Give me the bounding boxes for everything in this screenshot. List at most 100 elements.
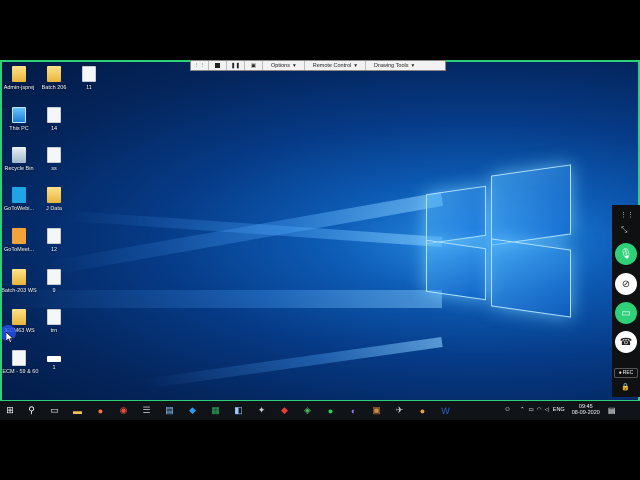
anydesk-taskbar-button[interactable]: ◆ (273, 401, 296, 421)
rec-label: REC (622, 370, 634, 376)
firefox-icon: ● (97, 405, 104, 416)
desktop-icon[interactable]: Batch 206 (37, 66, 71, 92)
camera-off-icon[interactable]: ⊘ (615, 273, 637, 295)
volume-icon[interactable]: ◁ (545, 407, 549, 413)
screen-icon[interactable]: ▣ (245, 61, 263, 70)
rec-indicator[interactable]: ● REC (614, 368, 638, 378)
desktop-icon[interactable]: ss (37, 147, 71, 173)
screen-share-icon[interactable]: ▭ (615, 302, 637, 324)
task-view-taskbar-button[interactable]: ▭ (43, 401, 66, 421)
collapse-icon[interactable]: ⤡ (621, 225, 627, 235)
task-view-icon: ▭ (50, 405, 59, 415)
desktop-icon[interactable]: 11 (72, 66, 106, 92)
windows-taskbar-button[interactable]: ◧ (227, 401, 250, 421)
desktop-icon[interactable]: 1 (37, 350, 71, 372)
battery-icon[interactable]: ▭ (529, 407, 534, 413)
options-menu-label: Options (271, 62, 290, 69)
desktop-icon[interactable]: GoToWebi... (2, 187, 36, 213)
mouse-cursor-icon (6, 332, 14, 343)
remote-control-toolbar: ⋮⋮ ❚❚ ▣ Options ▾ Remote Control ▾ Drawing… (190, 60, 446, 71)
app2-taskbar-button[interactable]: ◐ (342, 401, 365, 421)
desktop-icon[interactable]: GoToMeet... (2, 228, 36, 254)
goto-icon (12, 228, 26, 244)
desktop-icon-label: trn (50, 328, 58, 334)
folder-icon (12, 269, 26, 285)
remote-control-menu-label: Remote Control (312, 62, 352, 69)
bar-icon (47, 356, 61, 362)
caret-down-icon: ▾ (354, 62, 358, 69)
app5-taskbar-button[interactable]: ● (411, 401, 434, 421)
bin-icon (12, 147, 26, 163)
search-taskbar-button[interactable]: ⚲ (20, 401, 43, 421)
file-explorer-taskbar-button[interactable]: ▬ (66, 401, 89, 421)
desktop-icon-label: J Data (46, 206, 62, 212)
app3-icon: ▣ (372, 405, 381, 415)
tool-taskbar-button[interactable]: ✦ (250, 401, 273, 421)
start-icon: ⊞ (6, 405, 14, 415)
chevron-up-icon[interactable]: ⌃ (520, 407, 525, 413)
desktop-icon[interactable]: JECM - 59 & 60 (2, 350, 38, 376)
system-tray: ⚇ ⌃ ▭ ◠ ◁ ENG 09:45 08-09-2020 ▤ (505, 400, 615, 420)
wifi-icon[interactable]: ◠ (537, 407, 542, 413)
remote-desktop-screen: Admin-jsprej Batch 206 11 This PC 14 Recycle … (0, 60, 640, 420)
desktop-icon-label: Batch 206 (41, 85, 67, 91)
start-taskbar-button[interactable]: ⊞ (0, 401, 20, 421)
spotify-taskbar-button[interactable]: ● (319, 401, 342, 421)
folder-icon (12, 309, 26, 325)
desktop-icon[interactable]: Recycle Bin (2, 147, 36, 173)
windows-logo-pane (491, 238, 571, 318)
mic-icon[interactable]: 🎙 (615, 243, 637, 265)
windows-logo-pane (426, 185, 486, 245)
windows-logo-pane (426, 239, 486, 301)
language-indicator[interactable]: ENG (553, 407, 565, 413)
doc-icon (47, 147, 61, 163)
drag-handle-icon[interactable]: ⋮⋮ (620, 211, 634, 219)
desktop-icon-label: 14 (50, 126, 58, 132)
grip-icon[interactable]: ⋮⋮ (191, 61, 209, 70)
app3-taskbar-button[interactable]: ▣ (365, 401, 388, 421)
anydesk-icon: ◆ (281, 405, 288, 415)
vscode-icon: ◆ (189, 405, 196, 415)
notification-icon[interactable]: ▤ (608, 406, 616, 415)
people-icon[interactable]: ⚇ (505, 407, 510, 413)
vscode-taskbar-button[interactable]: ◆ (181, 401, 204, 421)
firefox-taskbar-button[interactable]: ● (89, 401, 112, 421)
options-menu[interactable]: Options ▾ (263, 61, 305, 70)
desktop-icon-label: 12 (50, 247, 58, 253)
folder-icon (12, 66, 26, 82)
clock-date: 08-09-2020 (571, 410, 600, 416)
pause-button[interactable]: ❚❚ (227, 61, 245, 70)
hang-up-icon[interactable]: ☎ (615, 331, 637, 353)
caret-down-icon: ▾ (292, 62, 296, 69)
doc-icon (47, 228, 61, 244)
database-taskbar-button[interactable]: ☰ (135, 401, 158, 421)
stop-button[interactable] (209, 61, 227, 70)
file-explorer-icon: ▬ (73, 405, 82, 416)
chrome-taskbar-button[interactable]: ◉ (112, 401, 135, 421)
app-taskbar-button[interactable]: ◈ (296, 401, 319, 421)
remote-control-menu[interactable]: Remote Control ▾ (305, 61, 367, 70)
app4-taskbar-button[interactable]: ✈ (388, 401, 411, 421)
windows-icon: ◧ (234, 405, 243, 415)
desktop-icon-label: 11 (86, 85, 92, 91)
desktop-icon[interactable]: 14 (37, 107, 71, 133)
excel-icon: ▦ (211, 405, 220, 415)
notepad-taskbar-button[interactable]: ▤ (158, 401, 181, 421)
desktop-icon[interactable]: This PC (2, 107, 36, 133)
word-taskbar-button[interactable]: W (434, 401, 457, 421)
lock-icon[interactable]: 🔒 (621, 383, 630, 391)
excel-taskbar-button[interactable]: ▦ (204, 401, 227, 421)
desktop-icon[interactable]: J Data (37, 187, 71, 213)
desktop-icon[interactable]: 9 (37, 269, 71, 295)
folder-icon (47, 66, 61, 82)
clock[interactable]: 09:45 08-09-2020 (572, 404, 600, 416)
desktop-icon[interactable]: Batch-203 WS (2, 269, 37, 295)
word-icon: W (441, 405, 450, 416)
desktop-icon-label: 1 (52, 365, 56, 371)
app2-icon: ◐ (350, 405, 357, 416)
drawing-tools-menu[interactable]: Drawing Tools ▾ (366, 61, 422, 70)
desktop-icon[interactable]: trn (37, 309, 71, 335)
desktop-icon[interactable]: 12 (37, 228, 71, 254)
desktop-icon[interactable]: Admin-jsprej (2, 66, 36, 92)
desktop-icon-label: 9 (52, 288, 56, 294)
